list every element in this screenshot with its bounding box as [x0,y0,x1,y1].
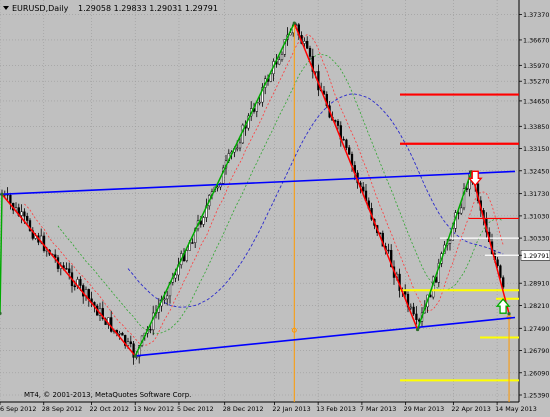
candle-body [314,71,317,73]
candle-body [185,250,188,261]
candle-body [166,295,169,300]
candle-body [387,249,390,252]
price-tick-label: 1.35970 [523,62,549,70]
time-tick-label: 29 Mar 2013 [404,405,445,413]
candle-body [87,289,90,300]
price-tick-label: 1.30330 [523,235,549,243]
candle-body [409,306,412,309]
candle-body [65,268,68,270]
candle-body [121,332,124,336]
price-tick-label: 1.37370 [523,11,549,19]
ohlc-values: 1.29058 1.29833 1.29031 1.29791 [78,4,218,13]
time-tick-label: 14 May 2013 [495,405,537,413]
price-tick-label: 1.33150 [523,145,549,153]
candle-body [129,341,132,344]
price-tick-label: 1.36670 [523,36,549,44]
candle-body [348,147,351,155]
candle-body [42,235,46,251]
time-tick-label: 13 Nov 2012 [133,405,174,413]
price-tick-label: 1.26090 [523,369,549,377]
chart-header: EURUSD,Daily 1.29058 1.29833 1.29031 1.2… [3,4,218,13]
price-tick-label: 1.27490 [523,325,549,333]
candle-body [345,139,348,148]
candle-body [280,54,284,61]
candle-body [163,298,166,301]
time-tick-label: 6 Sep 2012 [0,405,36,413]
candle-body [303,40,306,44]
candle-body [174,274,177,279]
candle-body [412,306,415,315]
symbol-timeframe: EURUSD,Daily [12,4,69,13]
price-tick-label: 1.28910 [523,280,549,288]
candle-body [258,101,261,104]
price-tick-label: 1.28210 [523,302,549,310]
time-tick-label: 28 Sep 2012 [42,405,83,413]
price-tick-label: 1.31730 [523,190,549,198]
candle-body [499,265,502,278]
price-tick-label: 1.33850 [523,123,549,131]
time-tick-label: 22 Apr 2013 [451,405,491,413]
candle-body [26,215,29,221]
candle-body [202,217,205,225]
zigzag-point [415,327,420,332]
candle-body [336,120,340,126]
time-tick-label: 5 Dec 2012 [177,405,214,413]
candle-body [73,285,76,288]
price-tick-label: 1.32450 [523,167,549,175]
time-tick-label: 28 Dec 2012 [223,405,264,413]
zigzag-point [507,312,511,316]
candle-body [149,328,152,331]
candle-body [308,47,312,57]
price-chart[interactable]: 1.37370 1.36670 1.35970 1.35270 1.34650 1.338… [0,0,550,413]
zigzag-point [0,192,4,196]
plot-area[interactable] [0,0,519,402]
candle-body [362,186,365,192]
candle-body [110,317,113,332]
candle-body [238,142,242,149]
candle-body [415,313,418,320]
candle-body [79,279,82,286]
candle-body [236,147,239,150]
price-tick-label: 1.26790 [523,347,549,355]
candle-body [20,211,23,216]
zigzag-point [292,21,296,25]
time-tick-label: 22 Jan 2013 [272,405,310,413]
candle-body [306,40,309,49]
price-tick-label: 1.25390 [523,392,549,400]
candle-body [278,59,281,65]
copyright-note: MT4, © 2001-2013, MetaQuotes Software Co… [24,391,191,399]
time-tick-label: 13 Feb 2013 [316,405,356,413]
time-tick-label: 7 Mar 2013 [360,405,396,413]
candle-body [118,332,121,335]
price-tick-label: 1.29791 [523,252,549,260]
candle-body [216,186,219,189]
candle-body [496,259,499,267]
candle-body [448,240,452,244]
candle-body [23,211,26,217]
candle-body [126,341,130,346]
candle-body [342,138,345,141]
time-tick-label: 22 Oct 2012 [89,405,129,413]
chart-window[interactable]: 1.37370 1.36670 1.35970 1.35270 1.34650 1.338… [0,0,550,413]
price-tick-label: 1.35270 [523,78,549,86]
zigzag-point [133,354,137,358]
candle-body [9,194,12,204]
candle-body [191,242,194,244]
candle-body [68,268,71,273]
price-tick-label: 1.34650 [523,97,549,105]
candle-body [241,124,244,144]
price-tick-label: 1.31030 [523,212,549,220]
candle-body [460,207,463,214]
candle-body [502,277,505,288]
